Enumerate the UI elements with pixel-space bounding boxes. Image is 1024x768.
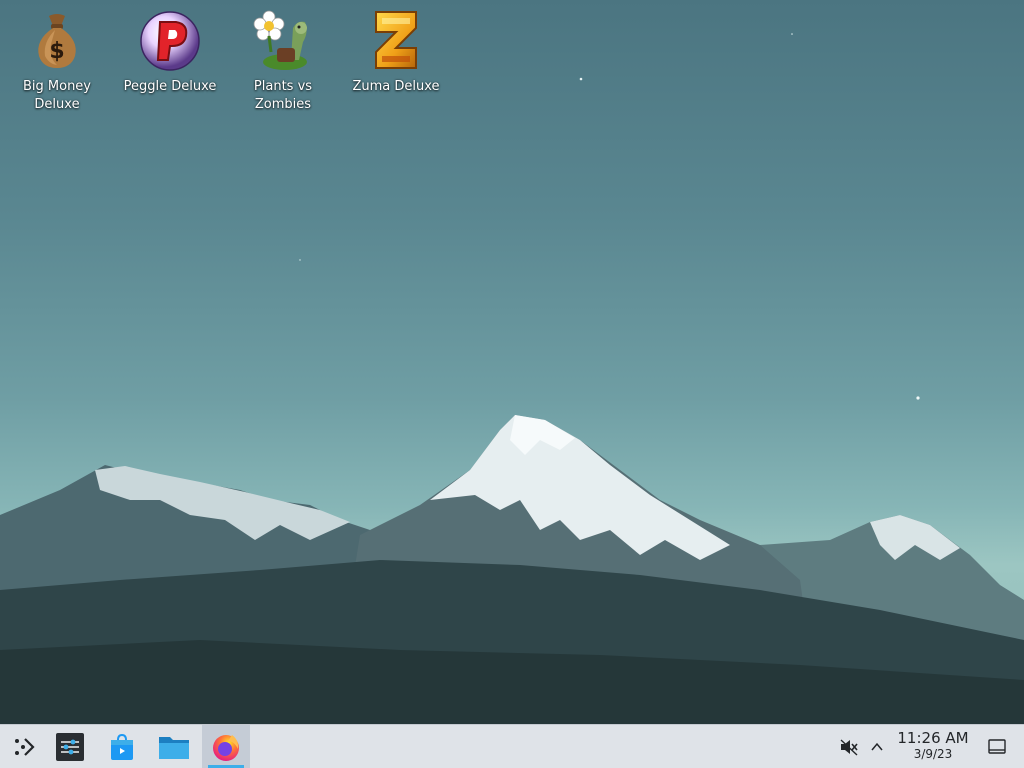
volume-button[interactable] [838,736,860,758]
system-settings-icon [56,732,84,761]
application-launcher-icon [15,737,35,756]
show-desktop-button[interactable] [986,736,1008,758]
mountain-wallpaper [0,33,1024,724]
zuma-icon [375,11,417,69]
desktop-icon-peggle[interactable]: Peggle Deluxe [118,8,222,96]
clock-time: 11:26 AM [897,729,969,747]
desktop: $ Big Money Deluxe Peggle Deluxe Plants … [0,0,1024,724]
volume-muted-icon [840,739,858,756]
taskbar-discover[interactable] [98,725,146,768]
taskbar: 11:26 AM 3/9/23 [0,724,1024,768]
desktop-icon-label: Peggle Deluxe [123,79,217,94]
desktop-icon-label: Zuma Deluxe [352,79,440,94]
svg-text:$: $ [49,39,64,64]
tray-expand-button[interactable] [866,736,888,758]
money-bag-icon: $ [38,14,76,68]
desktop-icon-label: Plants vs Zombies [253,79,313,112]
taskbar-file-manager[interactable] [150,725,198,768]
chevron-up-icon [871,742,883,751]
desktop-icon-plants-vs-zombies[interactable]: Plants vs Zombies [231,8,335,114]
firefox-icon [213,734,239,761]
file-manager-icon [159,736,189,759]
clock-date: 3/9/23 [913,747,953,761]
plants-vs-zombies-icon [253,10,307,70]
peggle-icon [140,11,200,71]
application-launcher-button[interactable] [0,725,48,768]
taskbar-firefox[interactable] [202,725,250,768]
desktop-icon-big-money[interactable]: $ Big Money Deluxe [5,8,109,114]
taskbar-system-settings[interactable] [46,725,94,768]
show-desktop-icon [988,739,1006,754]
digital-clock[interactable]: 11:26 AM 3/9/23 [892,729,974,761]
discover-store-icon [111,733,133,760]
desktop-icon-zuma[interactable]: Zuma Deluxe [344,8,448,96]
desktop-icon-label: Big Money Deluxe [22,79,91,112]
